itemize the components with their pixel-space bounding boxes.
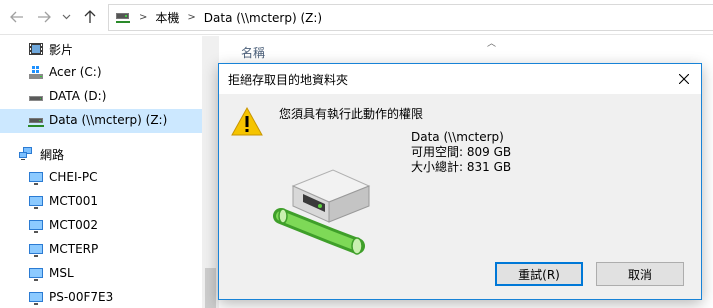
recent-locations-button[interactable] xyxy=(60,9,72,25)
chevron-down-icon xyxy=(62,14,70,20)
sidebar-item-label: MCT002 xyxy=(49,218,98,232)
computer-icon xyxy=(29,196,43,209)
address-bar: > 本機 > Data (\\mcterp) (Z:) xyxy=(0,0,713,35)
sidebar-item-label: Acer (C:) xyxy=(49,65,102,79)
computer-icon xyxy=(29,220,43,233)
sidebar-item-data-z[interactable]: Data (\\mcterp) (Z:) xyxy=(0,109,202,133)
sidebar-item-label: MCTERP xyxy=(49,242,99,256)
windows-drive-icon xyxy=(29,66,43,79)
retry-button[interactable]: 重試(R) xyxy=(495,262,583,286)
drive-info: Data (\\mcterp) 可用空間: 809 GB 大小總計: 831 G… xyxy=(411,130,511,175)
back-button[interactable] xyxy=(9,9,25,25)
sidebar-item-data-d[interactable]: DATA (D:) xyxy=(0,85,202,109)
sidebar-item-mct002[interactable]: MCT002 xyxy=(0,214,202,238)
breadcrumb[interactable]: > 本機 > Data (\\mcterp) (Z:) xyxy=(108,4,713,31)
up-arrow-icon xyxy=(84,10,96,23)
sidebar-item-label: MSL xyxy=(49,266,74,280)
dialog-body: 您須具有執行此動作的權限 Data (\\mcterp) 可用空間: 809 G… xyxy=(219,94,701,299)
sidebar-item-msl[interactable]: MSL xyxy=(0,262,202,286)
sidebar-item-label: PS-00F7E3 xyxy=(49,290,114,304)
forward-button[interactable] xyxy=(36,9,52,25)
dialog-message: 您須具有執行此動作的權限 xyxy=(279,107,424,121)
sidebar-item-acer-c[interactable]: Acer (C:) xyxy=(0,61,202,85)
total-size: 大小總計: 831 GB xyxy=(411,160,512,174)
close-button[interactable] xyxy=(667,64,701,94)
computer-icon xyxy=(29,172,43,185)
computer-icon xyxy=(29,244,43,257)
scrollbar-thumb[interactable] xyxy=(205,268,216,308)
network-drive-icon xyxy=(273,169,371,255)
sidebar-item-label: 網路 xyxy=(40,148,65,162)
sidebar-item-mcterp[interactable]: MCTERP xyxy=(0,238,202,262)
sidebar-item-ps-00f7e3[interactable]: PS-00F7E3 xyxy=(0,286,202,308)
close-icon xyxy=(679,74,689,84)
sidebar-item-label: Data (\\mcterp) (Z:) xyxy=(49,113,168,127)
breadcrumb-this-pc[interactable]: 本機 xyxy=(155,9,179,26)
breadcrumb-separator-icon: > xyxy=(187,12,196,23)
drive-name: Data (\\mcterp) xyxy=(411,130,504,144)
dialog-title: 拒絕存取目的地資料夾 xyxy=(228,73,349,87)
cancel-button[interactable]: 取消 xyxy=(596,262,684,286)
network-icon xyxy=(19,147,32,160)
warning-icon xyxy=(231,106,263,136)
free-space: 可用空間: 809 GB xyxy=(411,145,512,159)
network-drive-icon xyxy=(116,12,130,23)
navigation-pane: 影片 Acer (C:) DATA (D:) Data (\\mcterp) (… xyxy=(0,36,202,308)
sidebar-item-label: 影片 xyxy=(49,43,74,57)
sidebar-item-mct001[interactable]: MCT001 xyxy=(0,190,202,214)
film-icon xyxy=(29,43,43,55)
computer-icon xyxy=(29,292,43,305)
sidebar-item-label: CHEI-PC xyxy=(49,170,98,184)
column-header-name[interactable]: 名稱 xyxy=(241,44,265,61)
sidebar-item-videos[interactable]: 影片 xyxy=(0,37,202,61)
network-drive-icon xyxy=(28,118,44,127)
breadcrumb-separator-icon: > xyxy=(139,12,148,23)
dialog-titlebar: 拒絕存取目的地資料夾 xyxy=(219,64,701,94)
forward-arrow-icon xyxy=(38,11,51,23)
sidebar-item-network[interactable]: 網路 xyxy=(0,142,202,166)
up-button[interactable] xyxy=(82,9,98,25)
sidebar-item-label: MCT001 xyxy=(49,194,98,208)
sidebar-item-label: DATA (D:) xyxy=(49,89,107,103)
access-denied-dialog: 拒絕存取目的地資料夾 您須具有執行此動作的權限 Data (\\mcterp) xyxy=(218,63,702,300)
navigation-scrollbar[interactable] xyxy=(202,36,219,308)
sort-ascending-icon: ︿ xyxy=(487,39,497,49)
drive-icon xyxy=(29,96,43,101)
breadcrumb-data-drive[interactable]: Data (\\mcterp) (Z:) xyxy=(204,11,322,25)
back-arrow-icon xyxy=(10,11,23,23)
sidebar-item-chei-pc[interactable]: CHEI-PC xyxy=(0,166,202,190)
computer-icon xyxy=(29,268,43,281)
